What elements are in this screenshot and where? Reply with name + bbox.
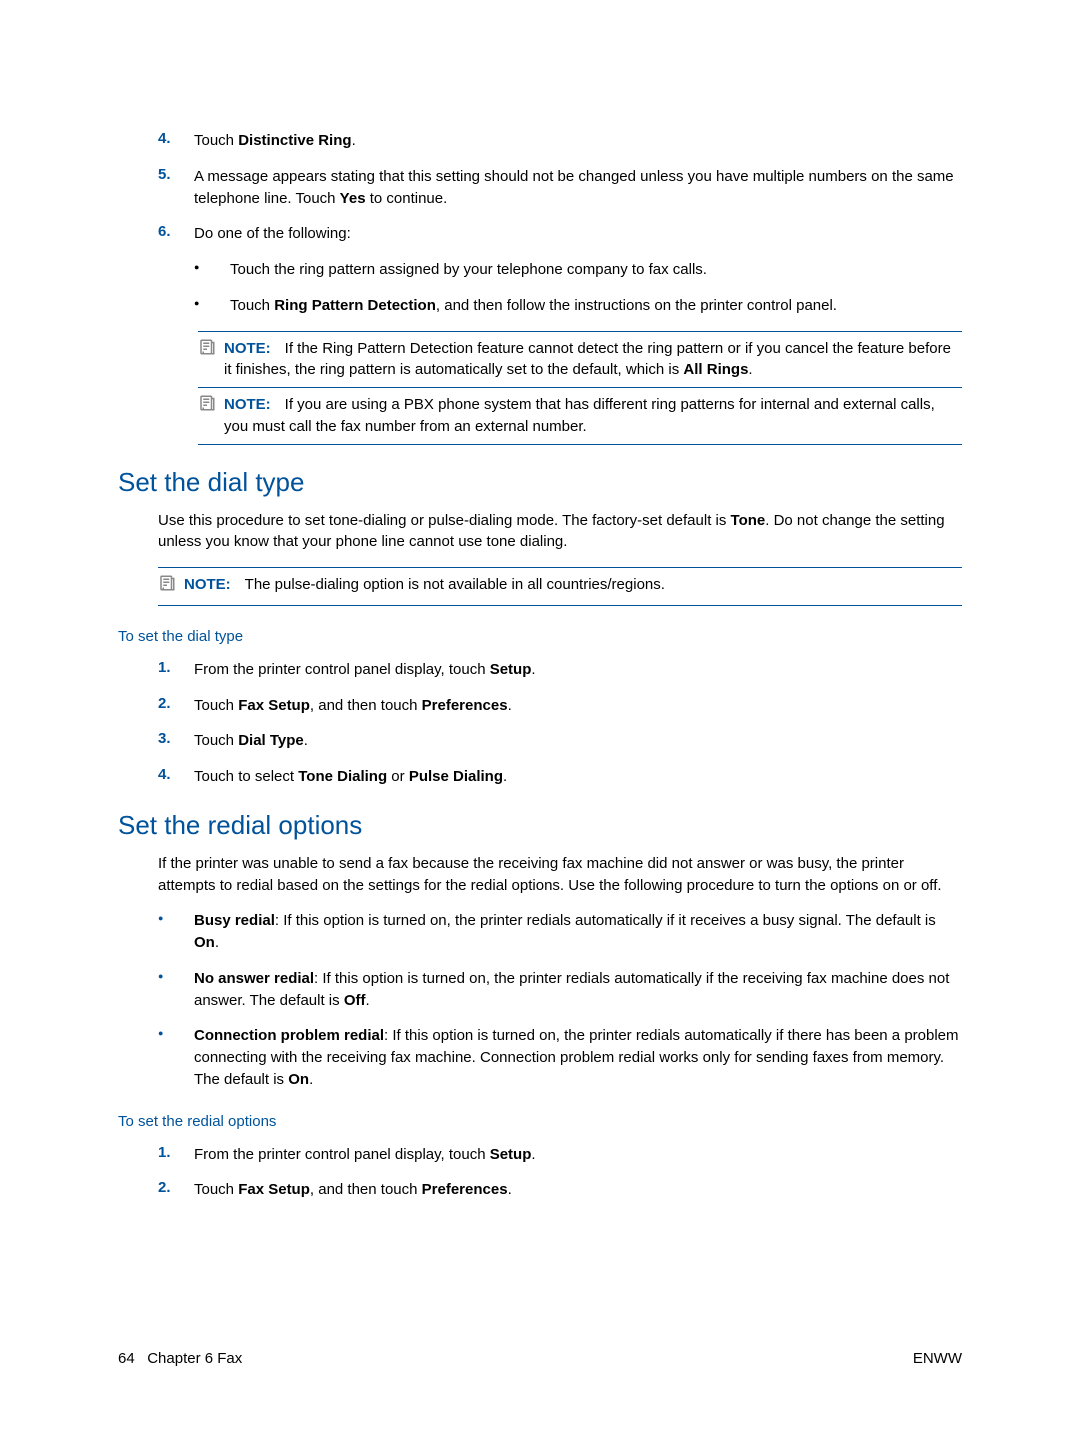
chapter-label: Chapter 6 Fax [147, 1350, 242, 1367]
note-body: The pulse-dialing option is not availabl… [245, 576, 665, 593]
bullet-icon [194, 259, 230, 281]
step-4: 4. Touch to select Tone Dialing or Pulse… [158, 766, 962, 788]
bullet-icon [158, 1025, 194, 1090]
step-text: Touch Fax Setup, and then touch Preferen… [194, 695, 962, 717]
step-text: Touch Dial Type. [194, 730, 962, 752]
page-footer: 64 Chapter 6 Fax ENWW [118, 1350, 962, 1367]
step-text: A message appears stating that this sett… [194, 166, 962, 210]
step-number: 4. [158, 130, 194, 152]
note-ring-pattern: NOTE:If the Ring Pattern Detection featu… [198, 331, 962, 389]
note-pbx: NOTE:If you are using a PBX phone system… [198, 388, 962, 445]
bullet-text: Touch the ring pattern assigned by your … [230, 259, 962, 281]
heading-set-redial-options: Set the redial options [118, 810, 962, 841]
step-list-dial-type: 1. From the printer control panel displa… [158, 659, 962, 788]
subhead-to-set-redial-options: To set the redial options [118, 1113, 962, 1130]
section-dial-body: Use this procedure to set tone-dialing o… [158, 510, 962, 606]
step-list-redial: 1. From the printer control panel displa… [158, 1144, 962, 1202]
dial-type-para: Use this procedure to set tone-dialing o… [158, 510, 962, 554]
step-text: Do one of the following: [194, 223, 962, 245]
step-number: 2. [158, 1179, 194, 1201]
note-label: NOTE: [224, 396, 271, 413]
step-number: 1. [158, 659, 194, 681]
step-text: From the printer control panel display, … [194, 1144, 962, 1166]
redial-para: If the printer was unable to send a fax … [158, 853, 962, 897]
section-redial-body: If the printer was unable to send a fax … [158, 853, 962, 1091]
note-pulse-dialing: NOTE: The pulse-dialing option is not ava… [158, 567, 962, 606]
step-text: Touch Distinctive Ring. [194, 130, 962, 152]
note-icon [198, 394, 224, 438]
note-icon [198, 338, 224, 382]
note-body: If the Ring Pattern Detection feature ca… [224, 340, 951, 379]
step-number: 3. [158, 730, 194, 752]
step-text: Touch to select Tone Dialing or Pulse Di… [194, 766, 962, 788]
step-1: 1. From the printer control panel displa… [158, 659, 962, 681]
redial-bullet-busy: Busy redial: If this option is turned on… [158, 910, 962, 954]
note-text: NOTE:If you are using a PBX phone system… [224, 394, 962, 438]
step-1: 1. From the printer control panel displa… [158, 1144, 962, 1166]
note-icon [158, 574, 184, 599]
step-3: 3. Touch Dial Type. [158, 730, 962, 752]
step-number: 6. [158, 223, 194, 245]
bullet-icon [158, 968, 194, 1012]
note-label: NOTE: [224, 340, 271, 357]
step-2: 2. Touch Fax Setup, and then touch Prefe… [158, 695, 962, 717]
step-6: 6. Do one of the following: [158, 223, 962, 245]
sub-bullet: Touch Ring Pattern Detection, and then f… [194, 295, 962, 317]
step-2: 2. Touch Fax Setup, and then touch Prefe… [158, 1179, 962, 1201]
bullet-text: Busy redial: If this option is turned on… [194, 910, 962, 954]
note-label: NOTE: [184, 576, 231, 593]
bullet-text: No answer redial: If this option is turn… [194, 968, 962, 1012]
note-text: NOTE:If the Ring Pattern Detection featu… [224, 338, 962, 382]
note-text: NOTE: The pulse-dialing option is not ava… [184, 574, 962, 599]
step-number: 1. [158, 1144, 194, 1166]
redial-bullet-connection-problem: Connection problem redial: If this optio… [158, 1025, 962, 1090]
step-number: 2. [158, 695, 194, 717]
footer-right: ENWW [913, 1350, 962, 1367]
note-body: If you are using a PBX phone system that… [224, 396, 935, 435]
heading-set-dial-type: Set the dial type [118, 467, 962, 498]
step-number: 5. [158, 166, 194, 210]
step-4: 4. Touch Distinctive Ring. [158, 130, 962, 152]
bullet-icon [194, 295, 230, 317]
bullet-icon [158, 910, 194, 954]
footer-left: 64 Chapter 6 Fax [118, 1350, 242, 1367]
subhead-to-set-dial-type: To set the dial type [118, 628, 962, 645]
step-number: 4. [158, 766, 194, 788]
sub-bullet: Touch the ring pattern assigned by your … [194, 259, 962, 281]
bullet-text: Connection problem redial: If this optio… [194, 1025, 962, 1090]
step-text: Touch Fax Setup, and then touch Preferen… [194, 1179, 962, 1201]
bullet-text: Touch Ring Pattern Detection, and then f… [230, 295, 962, 317]
page-number: 64 [118, 1350, 135, 1367]
redial-bullet-no-answer: No answer redial: If this option is turn… [158, 968, 962, 1012]
page-content: 4. Touch Distinctive Ring. 5. A message … [0, 0, 1080, 1201]
step-5: 5. A message appears stating that this s… [158, 166, 962, 210]
step-text: From the printer control panel display, … [194, 659, 962, 681]
step-list-distinctive-ring: 4. Touch Distinctive Ring. 5. A message … [158, 130, 962, 445]
